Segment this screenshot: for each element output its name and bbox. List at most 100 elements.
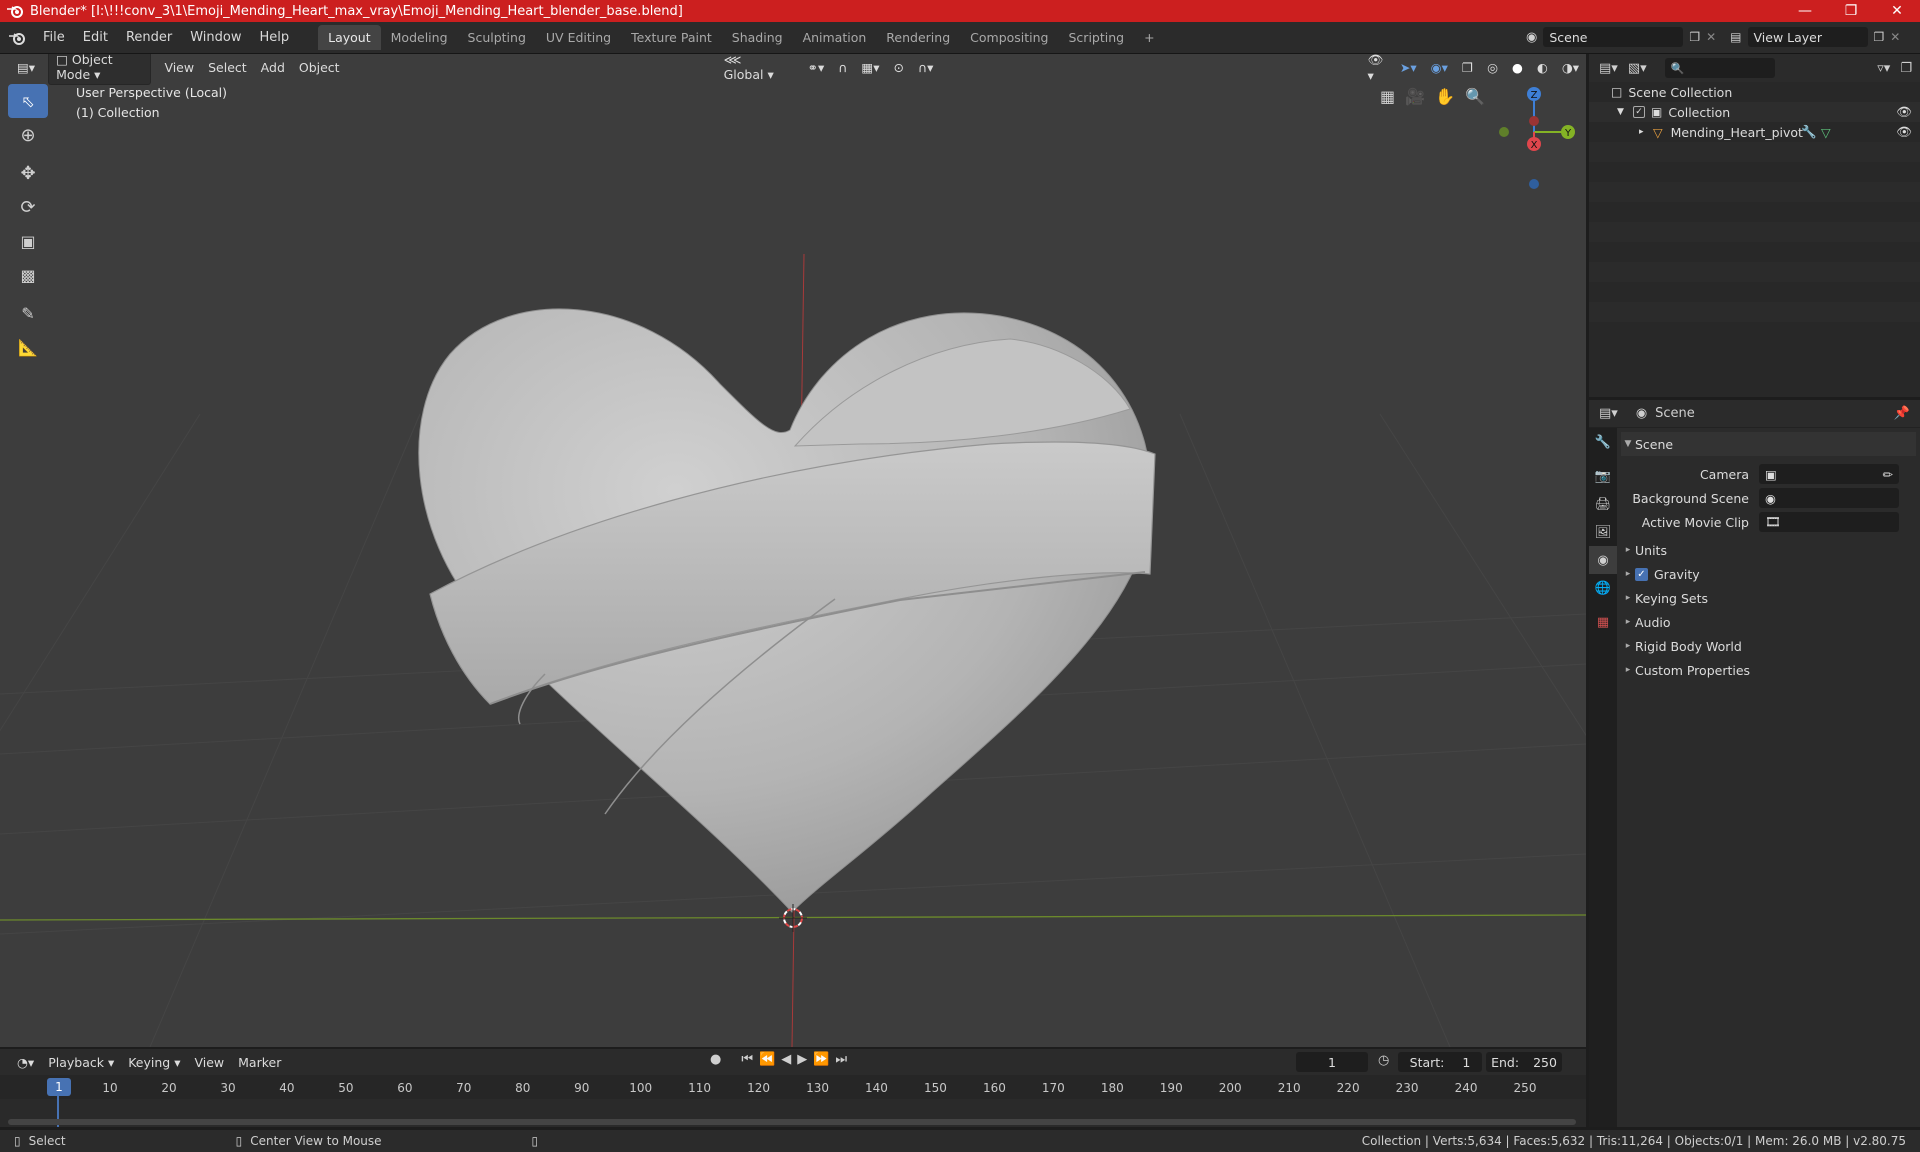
timeline-track-area[interactable] [0,1095,1586,1127]
pan-view-icon[interactable]: ✋ [1435,87,1455,106]
maximize-icon[interactable]: ❐ [1828,0,1874,22]
gizmo-toggle-icon[interactable]: ➤▾ [1393,58,1424,77]
menu-help[interactable]: Help [251,30,299,45]
timeline-menu-keying[interactable]: Keying ▾ [121,1053,187,1072]
keying-sets-section[interactable]: ▸ Keying Sets [1621,586,1916,610]
scene-browse-icon[interactable]: ◉ [1526,30,1537,45]
timeline-editor-type-icon[interactable]: ◔▾ [10,1053,41,1072]
timeline-menu-playback[interactable]: Playback ▾ [41,1053,121,1072]
tab-sculpting[interactable]: Sculpting [458,25,536,50]
shading-rendered-icon[interactable]: ◑▾ [1555,58,1586,77]
3d-cursor-icon[interactable] [779,904,807,932]
outliner-search-input[interactable]: 🔍 [1664,58,1775,78]
scene-tab-icon[interactable]: ◉ [1589,546,1617,574]
outliner-collection-row[interactable]: ▼ ✓ ▣ Collection 👁 [1589,102,1920,122]
viewport-scene[interactable] [0,54,1586,1047]
view-layer-browse-icon[interactable]: ▤ [1730,30,1741,44]
playhead[interactable]: 1 [47,1078,71,1096]
eyedropper-icon[interactable]: ✏ [1883,467,1893,482]
zoom-view-icon[interactable]: 🔍 [1465,87,1485,106]
world-tab-icon[interactable]: 🌐 [1589,574,1617,602]
shading-material-icon[interactable]: ◐ [1530,58,1555,77]
properties-editor-type-icon[interactable]: ▤▾ [1599,406,1618,421]
3d-viewport[interactable]: ▤▾ □ Object Mode ▾ View Select Add Objec… [0,54,1586,1047]
pin-icon[interactable]: 📌 [1894,406,1910,421]
end-frame-field[interactable]: End: 250 [1486,1052,1562,1072]
minimize-icon[interactable]: — [1782,0,1828,22]
units-section[interactable]: ▸ Units [1621,538,1916,562]
view-layer-field[interactable]: View Layer [1747,27,1868,47]
play-icon[interactable]: ▶ [797,1052,807,1067]
overlay-toggle-icon[interactable]: ◉▾ [1424,58,1455,77]
tab-texture-paint[interactable]: Texture Paint [621,25,722,50]
new-collection-icon[interactable]: ❐ [1900,61,1912,76]
outliner-object-row[interactable]: ▸ ▽ Mending_Heart_pivot 🔧 ▽ 👁 [1589,122,1920,142]
expand-collection-icon[interactable]: ▼ [1617,107,1631,117]
collection-checkbox[interactable]: ✓ [1633,106,1645,118]
tab-scripting[interactable]: Scripting [1059,25,1135,50]
cursor-tool-icon[interactable]: ⊕ [8,118,48,152]
background-scene-field[interactable]: ◉ [1759,488,1899,508]
rigid-body-world-section[interactable]: ▸ Rigid Body World [1621,634,1916,658]
filter-icon[interactable]: ▿▾ [1877,61,1890,76]
new-view-layer-icon[interactable]: ❐ [1874,30,1885,44]
move-tool-icon[interactable]: ✥ [8,156,48,190]
view-layer-tab-icon[interactable]: 🖼 [1589,518,1617,546]
tab-layout[interactable]: Layout [318,25,381,50]
active-movie-clip-field[interactable]: 🎞 [1759,512,1899,532]
modifier-icon[interactable]: 🔧 [1801,124,1817,140]
gravity-checkbox[interactable]: ✓ [1635,567,1648,581]
menu-render[interactable]: Render [117,30,181,45]
annotate-tool-icon[interactable]: ✎ [8,296,48,330]
menu-window[interactable]: Window [181,30,250,45]
snap-icon[interactable]: ∩ [831,58,854,77]
viewport-menu-object[interactable]: Object [292,58,347,77]
falloff-icon[interactable]: ∩▾ [911,58,940,77]
output-tab-icon[interactable]: 🖨 [1589,490,1617,518]
xray-toggle-icon[interactable]: ❐ [1455,58,1480,77]
play-reverse-icon[interactable]: ◀ [781,1052,791,1067]
viewport-menu-select[interactable]: Select [201,58,254,77]
menu-edit[interactable]: Edit [74,30,117,45]
shading-solid-icon[interactable]: ● [1505,58,1530,77]
outliner-editor-type-icon[interactable]: ▤▾ [1599,61,1618,76]
render-tab-icon[interactable]: 📷 [1589,462,1617,490]
texture-tab-icon[interactable]: ▦ [1589,608,1617,636]
camera-field[interactable]: ▣ ✏ [1759,464,1899,484]
collection-visibility-icon[interactable]: 👁 [1896,104,1912,120]
new-scene-icon[interactable]: ❐ [1689,30,1700,44]
start-frame-field[interactable]: Start: 1 [1398,1052,1482,1072]
add-workspace-button[interactable]: + [1134,25,1164,50]
heart-mesh[interactable] [418,308,1156,913]
measure-tool-icon[interactable]: 📐 [8,330,48,364]
select-box-icon[interactable]: ⬁ [8,84,48,118]
expand-object-icon[interactable]: ▸ [1639,127,1653,137]
blender-menu-icon[interactable] [8,31,26,45]
tab-uv-editing[interactable]: UV Editing [536,25,621,50]
delete-scene-icon[interactable]: ✕ [1706,30,1716,44]
jump-end-icon[interactable]: ⏭ [835,1052,847,1067]
proportional-edit-icon[interactable]: ⊙ [887,58,911,77]
menu-file[interactable]: File [34,30,74,45]
scene-panel-header[interactable]: ▼ Scene [1621,432,1916,456]
outliner-scene-collection[interactable]: □ Scene Collection [1589,82,1920,102]
gravity-section[interactable]: ▸ ✓ Gravity [1621,562,1916,586]
tool-tab-icon[interactable]: 🔧 [1589,428,1617,456]
tab-modeling[interactable]: Modeling [381,25,458,50]
next-keyframe-icon[interactable]: ⏩ [813,1052,829,1067]
timeline-scrollbar[interactable] [8,1119,1576,1125]
close-icon[interactable]: ✕ [1874,0,1920,22]
object-mode-dropdown[interactable]: □ Object Mode ▾ [48,54,152,85]
visibility-dropdown-icon[interactable]: 👁▾ [1360,54,1392,85]
tab-compositing[interactable]: Compositing [960,25,1058,50]
clock-icon[interactable]: ◷ [1378,1053,1389,1068]
custom-properties-section[interactable]: ▸ Custom Properties [1621,658,1916,682]
viewport-menu-view[interactable]: View [157,58,201,77]
mesh-data-icon[interactable]: ▽ [1821,125,1831,140]
timeline-menu-view[interactable]: View [187,1053,231,1072]
object-visibility-icon[interactable]: 👁 [1896,124,1912,140]
navigation-gizmo[interactable]: Z Y X [1488,84,1584,194]
timeline-ruler[interactable]: 1 10 20 30 40 50 60 70 80 90 100 110 120 130 140 150 16… [0,1075,1586,1099]
delete-view-layer-icon[interactable]: ✕ [1890,30,1900,44]
editor-type-icon[interactable]: ▤▾ [10,58,42,77]
